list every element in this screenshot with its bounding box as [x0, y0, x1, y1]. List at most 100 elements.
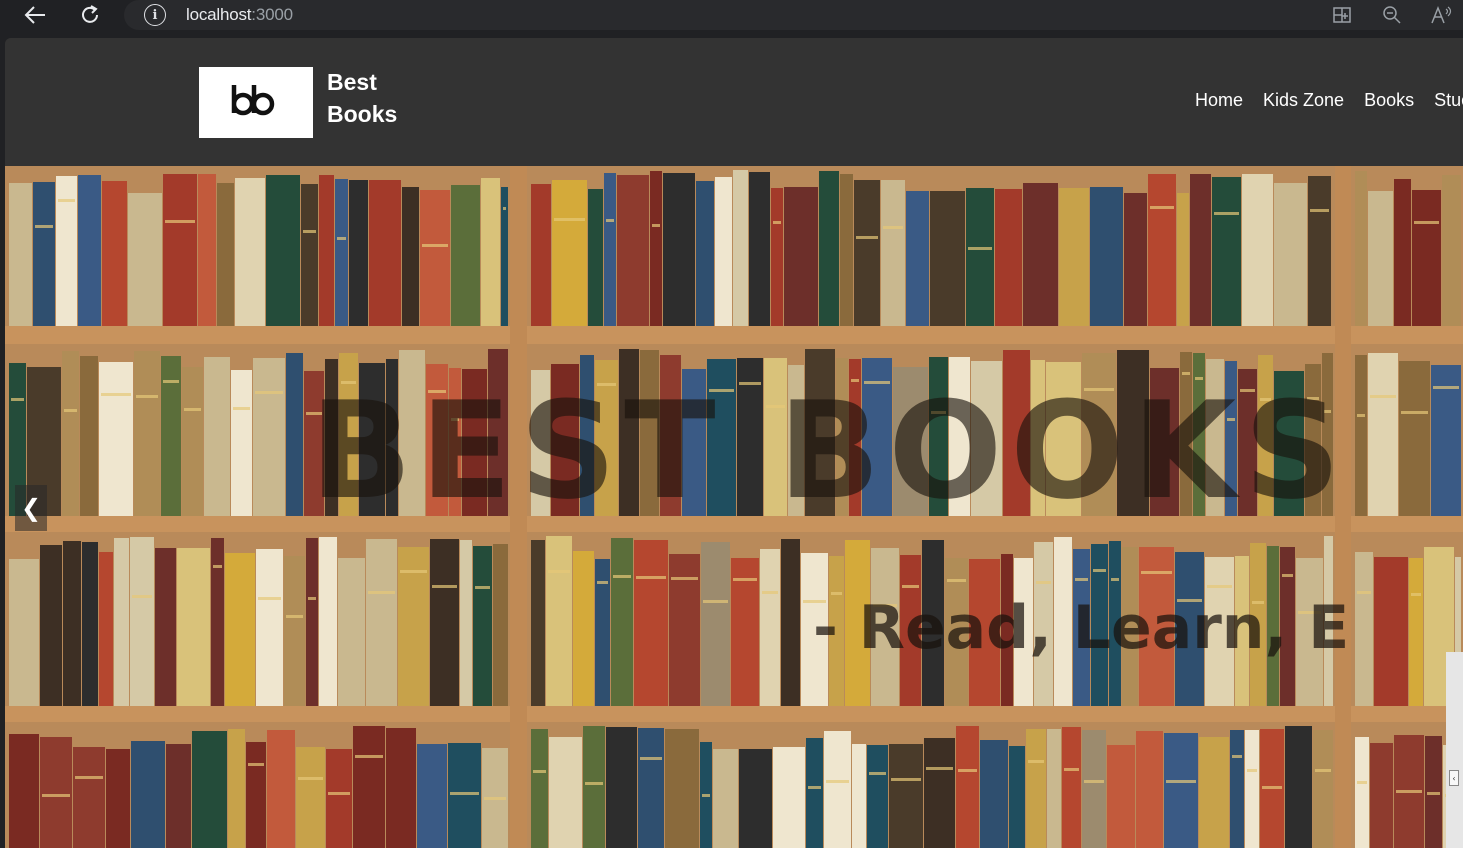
brand-name[interactable]: Best Books: [327, 66, 397, 130]
book-spine: [733, 170, 748, 326]
book-spine: [286, 353, 303, 516]
spine-band: [184, 408, 201, 411]
book-spine: [9, 559, 39, 706]
book-spine: [549, 737, 582, 848]
spine-band: [1207, 585, 1232, 588]
spine-band: [248, 763, 264, 766]
book-spine: [889, 744, 923, 848]
book-spine: [420, 190, 450, 326]
book-spine: [1370, 743, 1393, 848]
book-spine: [228, 729, 245, 848]
book-spine: [1026, 729, 1046, 848]
book-spine: [73, 747, 105, 848]
book-spine: [1412, 190, 1441, 326]
book-spine: [1355, 355, 1367, 516]
book-spine: [296, 747, 325, 848]
book-spine: [583, 726, 605, 848]
book-spine: [531, 729, 548, 848]
book-spine: [1368, 191, 1393, 326]
carousel-prev-button[interactable]: ❮: [15, 485, 47, 531]
nav-link-stuc[interactable]: Stuc: [1434, 90, 1463, 111]
spine-band: [1093, 569, 1106, 572]
book-spine: [669, 554, 700, 706]
site-info-icon[interactable]: i: [144, 4, 166, 26]
spine-band: [1064, 768, 1079, 771]
book-spine: [40, 737, 72, 848]
nav-link-books[interactable]: Books: [1364, 90, 1414, 111]
book-spine: [253, 358, 285, 516]
hero-carousel: BEST BOOKS - Read, Learn, E ❮ ‹: [5, 166, 1463, 848]
spine-band: [1433, 386, 1459, 389]
book-spine: [128, 193, 162, 326]
split-screen-icon[interactable]: [1329, 3, 1355, 27]
side-panel-tab[interactable]: ‹: [1446, 652, 1463, 848]
spine-band: [891, 778, 921, 781]
spine-band: [869, 772, 886, 775]
side-panel-handle-icon[interactable]: ‹: [1449, 770, 1459, 786]
book-spine: [417, 744, 447, 848]
book-spine: [386, 728, 416, 848]
url-port: :3000: [251, 5, 293, 24]
reload-icon[interactable]: [77, 2, 103, 28]
spine-band: [298, 777, 323, 780]
spine-band: [652, 224, 660, 227]
book-spine: [1355, 552, 1373, 706]
spine-band: [762, 591, 778, 594]
spine-band: [75, 776, 103, 779]
book-spine: [1230, 730, 1244, 848]
spine-band: [286, 615, 303, 618]
spine-band: [165, 220, 195, 223]
spine-band: [255, 391, 283, 394]
book-spine: [319, 537, 337, 706]
nav-link-kids-zone[interactable]: Kids Zone: [1263, 90, 1344, 111]
book-spine: [1285, 726, 1312, 848]
book-spine: [235, 178, 265, 326]
book-spine: [715, 177, 732, 326]
spine-band: [1411, 593, 1421, 596]
book-spine: [56, 176, 77, 326]
spine-band: [1084, 780, 1104, 783]
spine-band: [1357, 591, 1371, 594]
book-spine: [650, 171, 662, 326]
book-spine: [473, 546, 492, 706]
zoom-out-icon[interactable]: [1379, 3, 1405, 27]
spine-band: [1075, 578, 1088, 581]
spine-band: [548, 570, 570, 573]
book-spine: [326, 749, 352, 848]
book-spine: [1355, 171, 1367, 326]
back-arrow-icon[interactable]: [22, 2, 48, 28]
book-spine: [231, 370, 252, 516]
spine-band: [368, 591, 395, 594]
book-spine: [366, 539, 397, 706]
spine-band: [1396, 790, 1422, 793]
book-spine: [1245, 730, 1259, 848]
book-spine: [634, 540, 668, 706]
address-bar[interactable]: i localhost:3000: [124, 0, 1463, 30]
read-aloud-icon[interactable]: [1429, 3, 1455, 27]
book-spine: [1136, 731, 1163, 848]
book-spine: [131, 741, 165, 848]
book-spine: [867, 745, 888, 848]
spine-band: [58, 199, 75, 202]
spine-band: [533, 770, 546, 773]
book-spine: [80, 356, 98, 516]
book-spine: [552, 180, 587, 326]
book-spine: [1368, 353, 1398, 516]
book-spine: [665, 729, 699, 848]
site-logo[interactable]: [199, 67, 313, 138]
book-spine: [663, 173, 695, 326]
book-spine: [531, 540, 545, 706]
book-spine: [781, 539, 800, 706]
spine-band: [233, 407, 250, 410]
spine-band: [308, 597, 316, 600]
spine-band: [35, 225, 53, 228]
book-spine: [1023, 183, 1058, 326]
nav-link-home[interactable]: Home: [1195, 90, 1243, 111]
book-spine: [134, 351, 160, 516]
book-spine: [99, 362, 133, 516]
book-spine: [1399, 361, 1430, 516]
book-spine: [225, 553, 255, 706]
book-spine: [62, 351, 79, 516]
book-spine: [573, 551, 594, 706]
book-spine: [267, 730, 295, 848]
